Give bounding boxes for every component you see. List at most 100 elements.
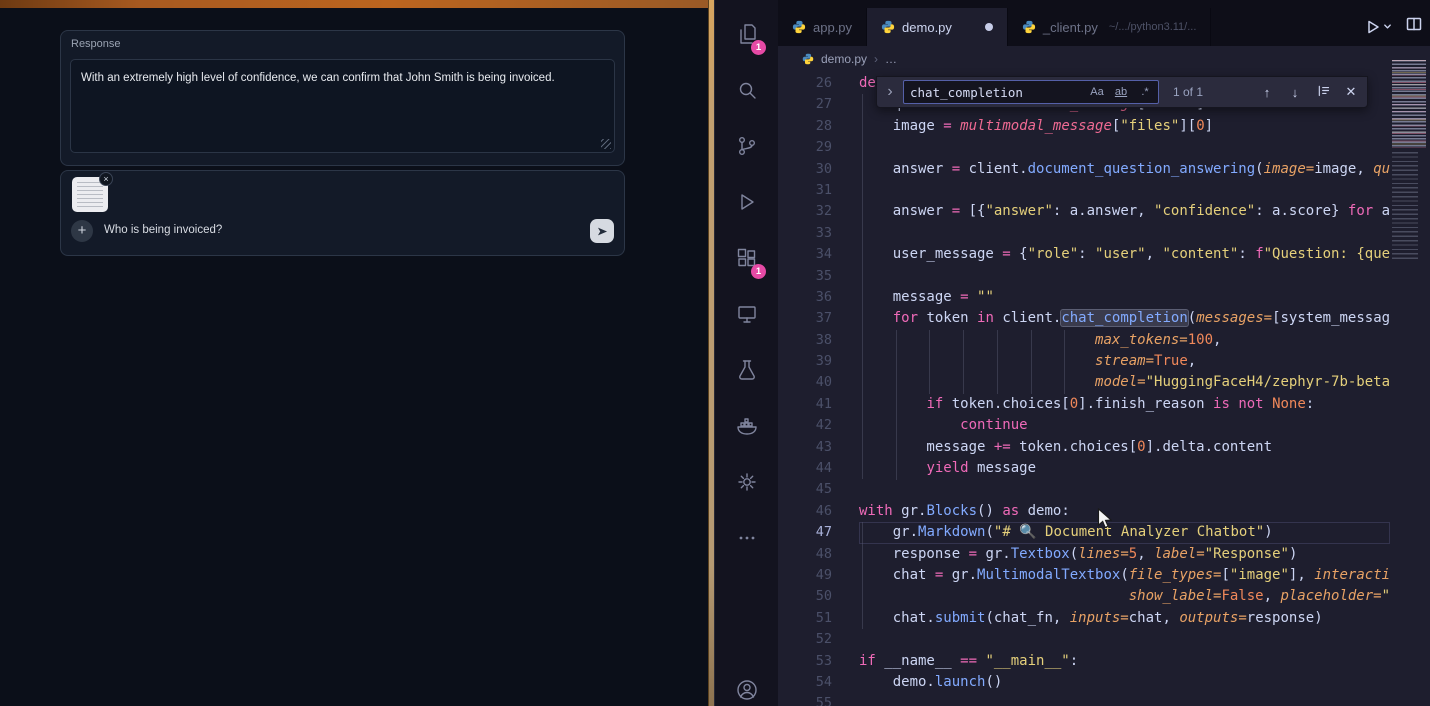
remove-attachment-button[interactable]: × xyxy=(99,172,113,186)
run-python-file-button[interactable] xyxy=(1365,19,1392,35)
code-token: label= xyxy=(1154,546,1205,562)
code-line-54[interactable]: demo.launch() xyxy=(859,672,1390,693)
minimap[interactable] xyxy=(1390,48,1430,706)
toggle-replace-button[interactable]: › xyxy=(883,85,897,99)
code-line-42[interactable]: continue xyxy=(859,415,1390,436)
activity-docker[interactable] xyxy=(715,398,778,454)
attachment-thumbnail[interactable]: × xyxy=(72,177,108,212)
code-line-45[interactable] xyxy=(859,479,1390,500)
line-number: 35 xyxy=(778,266,847,287)
find-input[interactable]: chat_completion Aa ab .* xyxy=(903,80,1159,104)
code-token: submit xyxy=(935,610,986,626)
whole-word-button[interactable]: ab xyxy=(1110,82,1132,102)
code-line-49[interactable]: chat = gr.MultimodalTextbox(file_types=[… xyxy=(859,565,1390,586)
code-line-50[interactable]: show_label=False, placeholder="Upload a … xyxy=(859,586,1390,607)
code-line-37[interactable]: for token in client.chat_completion(mess… xyxy=(859,308,1390,329)
search-icon xyxy=(735,78,759,102)
code-token xyxy=(969,289,977,305)
code-line-35[interactable] xyxy=(859,266,1390,287)
code-token: ( xyxy=(1070,546,1078,562)
code-token: in xyxy=(977,310,994,326)
code-line-44[interactable]: yield message xyxy=(859,458,1390,479)
line-number: 41 xyxy=(778,394,847,415)
code-line-53[interactable]: if __name__ == "__main__": xyxy=(859,651,1390,672)
window-divider[interactable] xyxy=(708,0,715,706)
code-token: ( xyxy=(1120,567,1128,583)
code-token: "Response" xyxy=(1205,546,1289,562)
activity-search[interactable] xyxy=(715,62,778,118)
code-token: : xyxy=(1306,396,1314,412)
upload-file-button[interactable]: + xyxy=(71,220,93,242)
code-token: as xyxy=(1002,503,1019,519)
tab-client-py[interactable]: _client.py ~/.../python3.11/... xyxy=(1008,8,1211,46)
regex-button[interactable]: .* xyxy=(1134,82,1156,102)
code-token: , xyxy=(1213,332,1221,348)
code-line-41[interactable]: if token.choices[0].finish_reason is not… xyxy=(859,394,1390,415)
code-line-29[interactable] xyxy=(859,137,1390,158)
code-line-33[interactable] xyxy=(859,223,1390,244)
code-line-40[interactable]: model="HuggingFaceH4/zephyr-7b-beta"): xyxy=(859,372,1390,393)
breadcrumb[interactable]: demo.py › … xyxy=(778,46,1430,72)
code-line-52[interactable] xyxy=(859,629,1390,650)
line-number: 36 xyxy=(778,287,847,308)
code-line-39[interactable]: stream=True, xyxy=(859,351,1390,372)
split-editor-button[interactable] xyxy=(1406,16,1422,37)
code-token: yield xyxy=(926,460,968,476)
breadcrumb-more[interactable]: … xyxy=(885,52,897,66)
code-token xyxy=(859,417,960,433)
close-find-button[interactable]: ✕ xyxy=(1341,82,1361,102)
find-in-selection-button[interactable] xyxy=(1313,82,1333,102)
code-token: [{ xyxy=(960,203,985,219)
code-token: , xyxy=(1264,588,1281,604)
match-case-button[interactable]: Aa xyxy=(1086,82,1108,102)
previous-match-button[interactable]: ↑ xyxy=(1257,82,1277,102)
code-line-32[interactable]: answer = [{"answer": a.answer, "confiden… xyxy=(859,201,1390,222)
code-line-30[interactable]: answer = client.document_question_answer… xyxy=(859,159,1390,180)
code-line-46[interactable]: with gr.Blocks() as demo: xyxy=(859,501,1390,522)
play-icon xyxy=(1365,19,1381,35)
code-line-48[interactable]: response = gr.Textbox(lines=5, label="Re… xyxy=(859,544,1390,565)
send-button[interactable] xyxy=(590,219,614,243)
code-token: file_types= xyxy=(1129,567,1222,583)
code-token: 0 xyxy=(1137,439,1145,455)
code-line-36[interactable]: message = "" xyxy=(859,287,1390,308)
code-line-47[interactable]: gr.Markdown("# 🔍 Document Analyzer Chatb… xyxy=(859,522,1390,543)
activity-extensions[interactable]: 1 xyxy=(715,230,778,286)
activity-testing[interactable] xyxy=(715,342,778,398)
python-icon xyxy=(792,20,806,34)
message-input[interactable]: Who is being invoiced? xyxy=(104,224,222,236)
code-line-28[interactable]: image = multimodal_message["files"][0] xyxy=(859,116,1390,137)
code-token: += xyxy=(994,439,1011,455)
tab-app-py[interactable]: app.py xyxy=(778,8,867,46)
activity-explorer[interactable]: 1 xyxy=(715,6,778,62)
code-token: ].delta.content xyxy=(1146,439,1272,455)
breadcrumb-file[interactable]: demo.py xyxy=(821,52,867,66)
next-match-button[interactable]: ↓ xyxy=(1285,82,1305,102)
line-number: 48 xyxy=(778,544,847,565)
code-token: client. xyxy=(994,310,1061,326)
tab-demo-py[interactable]: demo.py xyxy=(867,8,1008,46)
code-line-43[interactable]: message += token.choices[0].delta.conten… xyxy=(859,437,1390,458)
code-line-31[interactable] xyxy=(859,180,1390,201)
code-line-55[interactable] xyxy=(859,693,1390,706)
activity-run-debug[interactable] xyxy=(715,174,778,230)
code-token: token.choices[ xyxy=(943,396,1069,412)
line-number: 32 xyxy=(778,201,847,222)
code-token: token.choices[ xyxy=(1011,439,1137,455)
code-token: : xyxy=(1238,246,1255,262)
code-line-34[interactable]: user_message = {"role": "user", "content… xyxy=(859,244,1390,265)
code-line-51[interactable]: chat.submit(chat_fn, inputs=chat, output… xyxy=(859,608,1390,629)
response-textarea[interactable]: With an extremely high level of confiden… xyxy=(70,59,615,153)
mouse-cursor xyxy=(1097,508,1117,530)
breadcrumb-separator: › xyxy=(874,52,878,66)
tab-label: _client.py xyxy=(1043,20,1098,35)
activity-account[interactable] xyxy=(715,662,778,706)
code-token: Blocks xyxy=(926,503,977,519)
activity-settings-gear[interactable] xyxy=(715,454,778,510)
code-token: False xyxy=(1221,588,1263,604)
activity-source-control[interactable] xyxy=(715,118,778,174)
activity-more[interactable] xyxy=(715,510,778,566)
activity-remote-explorer[interactable] xyxy=(715,286,778,342)
resize-grip[interactable] xyxy=(601,139,611,149)
code-line-38[interactable]: max_tokens=100, xyxy=(859,330,1390,351)
